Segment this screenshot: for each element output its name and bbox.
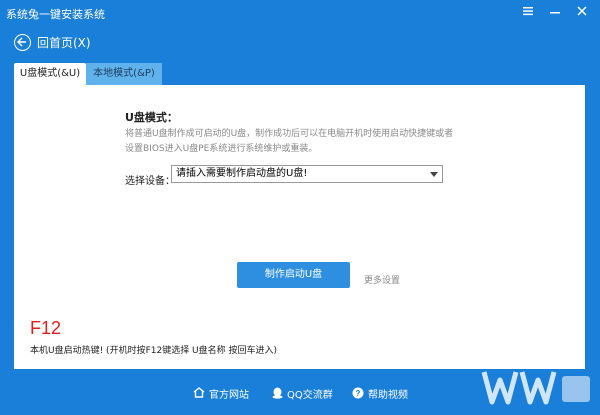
- menu-icon[interactable]: [519, 4, 537, 20]
- more-settings-link[interactable]: 更多设置: [364, 273, 400, 286]
- help-video-link[interactable]: ? 帮助视频: [352, 386, 408, 401]
- tab-local-mode[interactable]: 本地模式(&P): [86, 63, 162, 85]
- tab-usb-mode[interactable]: U盘模式(&U): [14, 63, 86, 85]
- nav-bar: 回首页(X): [0, 26, 600, 58]
- device-select[interactable]: 请插入需要制作启动盘的U盘!: [171, 165, 443, 183]
- qq-penguin-icon: [272, 387, 283, 401]
- close-icon[interactable]: [573, 4, 591, 20]
- title-bar: 系统兔一键安装系统: [0, 0, 600, 26]
- device-select-value: 请插入需要制作启动盘的U盘!: [176, 168, 308, 179]
- mode-title: U盘模式：: [125, 111, 178, 124]
- qq-group-link[interactable]: QQ交流群: [272, 386, 333, 401]
- help-circle-icon: ?: [352, 387, 364, 401]
- help-video-label: 帮助视频: [368, 390, 408, 401]
- window-title: 系统兔一键安装系统: [6, 8, 105, 21]
- hotkey-label: F12: [30, 318, 62, 338]
- official-site-label: 官方网站: [209, 390, 249, 401]
- hotkey-description: 本机U盘启动热键! (开机时按F12键选择 U盘名称 按回车进入): [30, 346, 278, 356]
- mode-description: 将普通U盘制作成可启动的U盘，制作成功后可以在电脑开机时使用启动快捷键或者设置B…: [125, 129, 454, 154]
- device-select-label: 选择设备：: [125, 176, 175, 187]
- qq-group-label: QQ交流群: [287, 390, 333, 401]
- usb-mode-panel: U盘模式： 将普通U盘制作成可启动的U盘，制作成功后可以在电脑开机时使用启动快捷…: [14, 85, 585, 369]
- back-home-label: 回首页(X): [37, 35, 91, 50]
- watermark-logo: [478, 366, 598, 410]
- minimize-icon[interactable]: [546, 4, 564, 20]
- svg-text:?: ?: [356, 389, 361, 398]
- chevron-down-icon: [430, 172, 438, 177]
- make-boot-usb-button[interactable]: 制作启动U盘: [237, 262, 350, 288]
- back-arrow-icon: [14, 33, 31, 51]
- home-icon: [193, 387, 205, 400]
- official-site-link[interactable]: 官方网站: [193, 386, 249, 401]
- back-home-button[interactable]: 回首页(X): [14, 32, 91, 52]
